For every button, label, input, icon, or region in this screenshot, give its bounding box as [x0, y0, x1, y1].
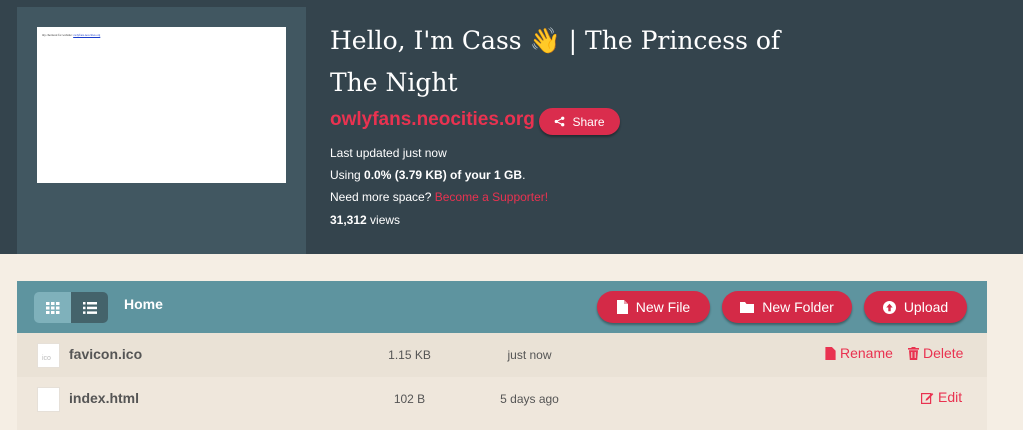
screenshot-panel: my checkout for website: owlyfans.neocit…	[17, 7, 306, 254]
site-title: Hello, I'm Cass 👋 | The Princess of The …	[330, 26, 781, 97]
breadcrumb-home[interactable]: Home	[124, 296, 163, 312]
edit-button[interactable]: Edit	[921, 389, 962, 405]
share-icon	[555, 116, 565, 127]
file-updated: 5 days ago	[500, 392, 559, 406]
folder-icon	[740, 302, 755, 313]
trash-icon	[908, 346, 919, 360]
upload-icon	[882, 300, 896, 314]
edit-icon	[921, 392, 934, 404]
upload-button[interactable]: Upload	[864, 291, 967, 323]
list-icon	[82, 301, 97, 314]
list-view-button[interactable]	[71, 292, 108, 323]
site-header: my checkout for website: owlyfans.neocit…	[0, 0, 1023, 254]
file-toolbar: Home New File New Folder Upload	[17, 281, 987, 333]
file-icon	[616, 300, 628, 314]
screenshot-text: my checkout for website: owlyfans.neocit…	[42, 33, 101, 37]
become-supporter-link[interactable]: Become a Supporter!	[435, 190, 548, 204]
view-count: 31,312 views	[330, 213, 401, 227]
rename-button[interactable]: Rename	[825, 345, 893, 361]
file-name[interactable]: favicon.ico	[69, 346, 142, 362]
storage-usage: Using 0.0% (3.79 KB) of your 1 GB.	[330, 168, 526, 182]
site-screenshot[interactable]: my checkout for website: owlyfans.neocit…	[37, 27, 286, 183]
new-folder-button[interactable]: New Folder	[722, 291, 852, 323]
share-button[interactable]: Share	[539, 108, 620, 135]
ico-file-icon: ico	[37, 343, 60, 368]
last-updated: Last updated just now	[330, 146, 447, 160]
site-domain-link[interactable]: owlyfans.neocities.org	[330, 109, 535, 131]
html-file-icon	[37, 387, 60, 412]
file-size: 1.15 KB	[388, 348, 431, 362]
need-space-text: Need more space? Become a Supporter!	[330, 190, 549, 204]
new-file-button[interactable]: New File	[597, 291, 710, 323]
file-row[interactable]: index.html 102 B 5 days ago Edit	[17, 377, 987, 430]
file-icon	[825, 346, 836, 360]
file-name[interactable]: index.html	[69, 390, 139, 406]
delete-button[interactable]: Delete	[908, 345, 963, 361]
file-row[interactable]: ico favicon.ico 1.15 KB just now Rename …	[17, 333, 987, 377]
share-label: Share	[572, 114, 605, 129]
file-size: 102 B	[393, 392, 426, 406]
waving-hand-icon: 👋	[529, 26, 561, 55]
view-toggle	[34, 292, 108, 323]
grid-icon	[45, 301, 59, 314]
file-manager: Home New File New Folder Upload ico favi…	[17, 281, 987, 430]
file-updated: just now	[507, 348, 552, 362]
grid-view-button[interactable]	[34, 292, 71, 323]
